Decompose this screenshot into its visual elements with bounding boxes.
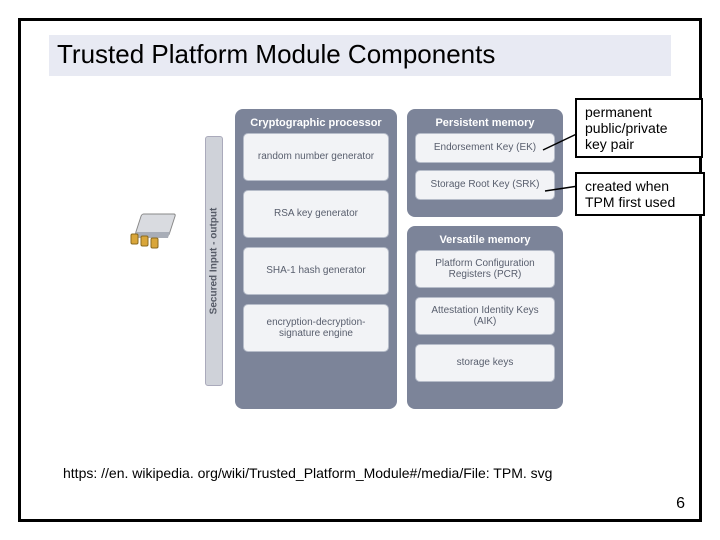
callout-2-text: created when TPM first used [585,178,675,210]
io-bus-label: Secured Input - output [205,136,223,386]
persist-title: Persistent memory [413,115,557,133]
slide-frame: Trusted Platform Module Components Secur… [18,18,702,522]
page-number: 6 [676,495,685,513]
slide-title: Trusted Platform Module Components [57,39,663,70]
callout-created-first-use: created when TPM first used [575,172,705,216]
storage-keys-cell: storage keys [415,344,555,382]
chip-icon [127,204,191,252]
tpm-diagram: Secured Input - output Cryptographic pro… [49,106,671,426]
crypto-processor-column: Cryptographic processor random number ge… [235,109,397,409]
srk-cell: Storage Root Key (SRK) [415,170,555,200]
callout-permanent-keypair: permanent public/private key pair [575,98,703,158]
ek-cell: Endorsement Key (EK) [415,133,555,163]
rng-cell: random number generator [243,133,389,181]
versatile-title: Versatile memory [413,232,557,250]
callout-1-text: permanent public/private key pair [585,104,668,152]
pcr-cell: Platform Configuration Registers (PCR) [415,250,555,288]
enc-dec-sig-cell: encryption-decryption- signature engine [243,304,389,352]
title-banner: Trusted Platform Module Components [49,35,671,76]
versatile-memory-column: Versatile memory Platform Configuration … [407,226,563,409]
aik-cell: Attestation Identity Keys (AIK) [415,297,555,335]
crypto-title: Cryptographic processor [241,115,391,133]
rsa-keygen-cell: RSA key generator [243,190,389,238]
io-bus-text: Secured Input - output [209,208,220,315]
citation-url: https: //en. wikipedia. org/wiki/Trusted… [63,465,552,481]
sha1-cell: SHA-1 hash generator [243,247,389,295]
